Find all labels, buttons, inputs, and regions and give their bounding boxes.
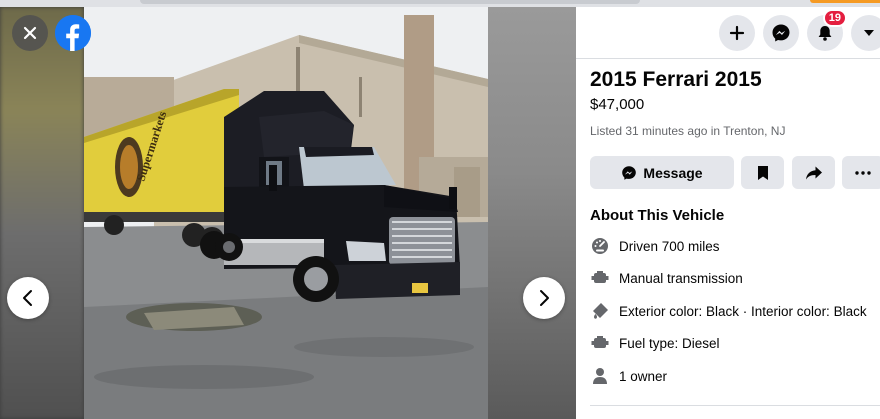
spec-fuel: Fuel type: Diesel <box>590 332 720 354</box>
next-photo-button[interactable] <box>523 277 565 319</box>
spec-text: Fuel type: Diesel <box>619 335 720 351</box>
message-button-label: Message <box>643 164 703 181</box>
transmission-icon <box>590 268 610 288</box>
listing-meta: Listed 31 minutes ago in Trenton, NJ <box>590 124 786 138</box>
more-options-button[interactable] <box>842 156 880 189</box>
photo-blur-right <box>488 7 576 419</box>
message-seller-button[interactable]: Message <box>590 156 734 189</box>
close-viewer-button[interactable] <box>12 15 48 51</box>
paint-icon <box>590 301 610 321</box>
engine-icon <box>590 333 610 353</box>
messenger-icon <box>772 24 790 42</box>
more-icon <box>855 170 871 175</box>
chevron-left-icon <box>23 290 32 306</box>
listing-details-panel: 19 2015 Ferrari 2015 $47,000 Listed 31 m… <box>576 7 880 419</box>
speedometer-icon <box>590 236 610 256</box>
spec-owners: 1 owner <box>590 365 667 387</box>
spec-color: Exterior color: Black · Interior color: … <box>590 300 867 322</box>
notification-count-badge: 19 <box>822 9 847 27</box>
spec-text: 1 owner <box>619 368 668 384</box>
browser-accent <box>810 0 880 3</box>
listing-price: $47,000 <box>590 96 645 113</box>
bookmark-icon <box>757 165 768 180</box>
photo-viewer: Supermarkets <box>0 7 576 419</box>
person-icon <box>590 366 610 386</box>
truck-photo-illustration: Supermarkets <box>84 7 488 419</box>
listing-title: 2015 Ferrari 2015 <box>590 68 762 91</box>
caret-down-icon <box>864 30 874 36</box>
close-icon <box>23 26 37 40</box>
notifications-button[interactable]: 19 <box>807 9 847 51</box>
share-icon <box>805 166 822 179</box>
spec-text: Driven 700 miles <box>619 238 720 254</box>
facebook-logo-icon <box>55 15 91 51</box>
share-listing-button[interactable] <box>792 156 835 189</box>
account-menu-button[interactable] <box>851 15 880 51</box>
photo-blur-left <box>0 7 84 419</box>
spec-transmission: Manual transmission <box>590 267 743 289</box>
plus-icon <box>729 25 745 41</box>
spec-text: Exterior color: Black · Interior color: … <box>619 303 867 319</box>
global-topbar: 19 <box>576 7 880 59</box>
chevron-right-icon <box>540 290 549 306</box>
section-divider <box>590 405 880 406</box>
save-listing-button[interactable] <box>741 156 784 189</box>
previous-photo-button[interactable] <box>7 277 49 319</box>
spec-text: Manual transmission <box>619 270 743 286</box>
listing-photo: Supermarkets <box>84 7 488 419</box>
messenger-icon <box>622 165 637 180</box>
spec-mileage: Driven 700 miles <box>590 235 720 257</box>
facebook-logo-link[interactable] <box>55 15 91 51</box>
browser-chrome-strip <box>0 0 880 7</box>
create-button[interactable] <box>719 15 755 51</box>
messenger-button[interactable] <box>763 15 799 51</box>
marketplace-listing-page: Supermarkets 19 2015 Ferrari 2015 $47,00… <box>0 0 880 419</box>
about-vehicle-heading: About This Vehicle <box>590 207 725 224</box>
address-bar-edge <box>140 0 640 4</box>
